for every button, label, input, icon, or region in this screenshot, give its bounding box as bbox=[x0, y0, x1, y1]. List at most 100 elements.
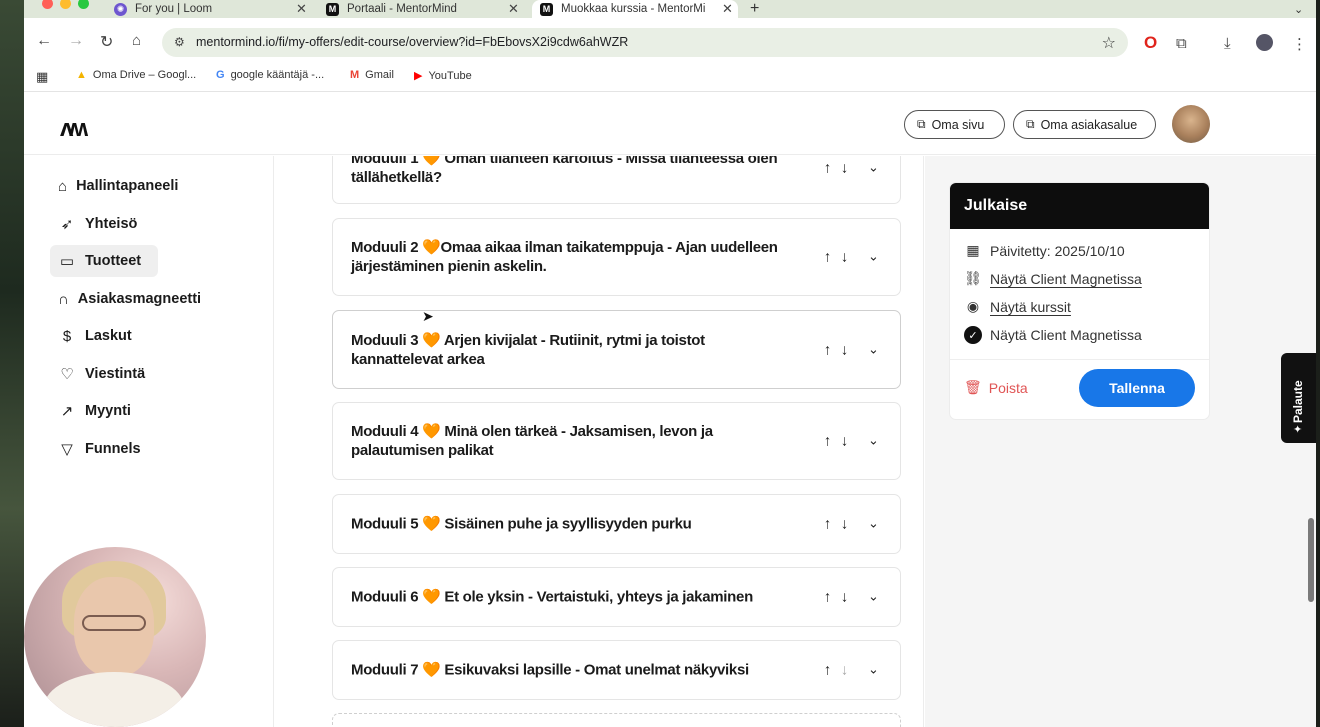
sidebar-item-asiakasmagneetti[interactable]: ∩ Asiakasmagneetti bbox=[50, 283, 201, 315]
mentormind-logo[interactable]: ʌʍ bbox=[60, 115, 88, 143]
move-up-icon[interactable]: ↑ bbox=[821, 589, 834, 606]
move-up-icon[interactable]: ↑ bbox=[821, 516, 834, 533]
home-icon[interactable]: ⌂ bbox=[132, 32, 141, 49]
bookmark-google-translate[interactable]: Ggoogle kääntäjä -... bbox=[216, 69, 324, 81]
desktop-edge bbox=[1316, 0, 1320, 727]
client-area-button[interactable]: ⧉ Oma asiakasalue bbox=[1013, 110, 1156, 139]
gmail-icon: M bbox=[350, 69, 360, 81]
user-avatar[interactable] bbox=[1172, 105, 1210, 143]
link-icon: ⛓ bbox=[964, 270, 982, 286]
apps-grid-icon[interactable]: ▦ bbox=[36, 69, 48, 85]
move-down-icon[interactable]: ↓ bbox=[838, 160, 851, 177]
sidebar-item-funnels[interactable]: ▽ Funnels bbox=[50, 433, 158, 465]
bookmark-label: google kääntäjä -... bbox=[230, 69, 325, 81]
bookmark-oma-drive[interactable]: ▲ Oma Drive – Googl... bbox=[76, 69, 196, 81]
minimize-window-button[interactable] bbox=[60, 0, 71, 9]
module-card-4[interactable]: Moduuli 4 🧡 Minä olen tärkeä - Jaksamise… bbox=[332, 402, 901, 480]
move-down-icon[interactable]: ↓ bbox=[838, 249, 851, 266]
module-card-5[interactable]: Moduuli 5 🧡 Sisäinen puhe ja syyllisyyde… bbox=[332, 494, 901, 554]
client-magnet-link-row[interactable]: ⛓ Näytä Client Magnetissa bbox=[964, 270, 1142, 287]
close-window-button[interactable] bbox=[42, 0, 53, 9]
move-up-icon[interactable]: ↑ bbox=[821, 249, 834, 266]
tab-portaali[interactable]: M Portaali - MentorMind ✕ bbox=[326, 0, 526, 18]
feedback-tab[interactable]: Palaute ✦ bbox=[1281, 353, 1316, 443]
tab-muokkaa-kurssia[interactable]: M Muokkaa kurssia - MentorMi ✕ bbox=[532, 0, 738, 18]
loom-icon: ✺ bbox=[114, 2, 127, 16]
forward-arrow-icon[interactable]: → bbox=[68, 32, 84, 50]
chevron-down-icon[interactable]: ⌄ bbox=[867, 160, 880, 177]
chevron-down-icon[interactable]: ⌄ bbox=[867, 516, 880, 533]
bookmark-label: Oma Drive – Googl... bbox=[92, 69, 197, 81]
move-down-icon[interactable]: ↓ bbox=[838, 341, 851, 358]
sidebar-item-myynti[interactable]: ↗ Myynti bbox=[50, 395, 158, 427]
close-tab-icon[interactable]: ✕ bbox=[508, 1, 519, 17]
move-down-icon[interactable]: ↓ bbox=[838, 662, 851, 679]
sidebar-item-label: Hallintapaneeli bbox=[76, 178, 179, 194]
sidebar-item-laskut[interactable]: $ Laskut bbox=[50, 320, 158, 352]
sparkle-icon: ✦ bbox=[1293, 424, 1303, 436]
chevron-down-icon[interactable]: ⌄ bbox=[867, 249, 880, 266]
tab-search-chevron-icon[interactable]: ⌄ bbox=[1294, 0, 1303, 18]
bookmark-youtube[interactable]: ▶ YouTube bbox=[414, 69, 472, 83]
browser-window: ✺ For you | Loom ✕ M Portaali - MentorMi… bbox=[24, 0, 1316, 727]
sidebar-item-yhteiso[interactable]: ➶ Yhteisö bbox=[50, 208, 158, 240]
extensions-icon[interactable]: ⧉ bbox=[1176, 35, 1187, 52]
loom-camera-bubble[interactable] bbox=[24, 547, 206, 727]
sidebar-item-label: Funnels bbox=[85, 441, 141, 457]
move-down-icon[interactable]: ↓ bbox=[838, 433, 851, 450]
opera-icon[interactable]: O bbox=[1144, 33, 1157, 53]
chevron-down-icon[interactable]: ⌄ bbox=[867, 662, 880, 679]
updated-text: Päivitetty: 2025/10/10 bbox=[990, 242, 1125, 259]
view-courses-link[interactable]: Näytä kurssit bbox=[990, 299, 1071, 315]
move-down-icon[interactable]: ↓ bbox=[838, 589, 851, 606]
menu-icon[interactable]: ⋮ bbox=[1292, 35, 1307, 53]
own-page-label: Oma sivu bbox=[931, 117, 985, 132]
move-up-icon[interactable]: ↑ bbox=[821, 433, 834, 450]
delete-button[interactable]: 🗑 Poista bbox=[964, 379, 1028, 396]
checkbox-checked-icon[interactable]: ✓ bbox=[964, 326, 982, 344]
home-icon: ⌂ bbox=[58, 177, 68, 195]
chevron-down-icon[interactable]: ⌄ bbox=[867, 341, 880, 358]
sidebar-item-tuotteet[interactable]: ▭ Tuotteet bbox=[50, 245, 158, 277]
client-magnet-link[interactable]: Näytä Client Magnetissa bbox=[990, 271, 1142, 287]
profile-icon[interactable] bbox=[1256, 34, 1273, 51]
zoom-window-button[interactable] bbox=[78, 0, 89, 9]
url-text[interactable]: mentormind.io/fi/my-offers/edit-course/o… bbox=[196, 35, 628, 49]
address-bar[interactable]: ⚙ mentormind.io/fi/my-offers/edit-course… bbox=[162, 28, 1128, 57]
tab-label: For you | Loom bbox=[135, 3, 213, 15]
sidebar-item-hallintapaneeli[interactable]: ⌂ Hallintapaneeli bbox=[50, 170, 178, 202]
download-icon[interactable]: ⤓ bbox=[1224, 35, 1231, 52]
module-card-6[interactable]: Moduuli 6 🧡 Et ole yksin - Vertaistuki, … bbox=[332, 567, 901, 627]
close-tab-icon[interactable]: ✕ bbox=[296, 1, 307, 17]
new-tab-button[interactable]: + bbox=[750, 0, 759, 18]
save-button[interactable]: Tallenna bbox=[1079, 369, 1195, 407]
module-card-3[interactable]: Moduuli 3 🧡 Arjen kivijalat - Rutiinit, … bbox=[332, 310, 901, 389]
module-card-2[interactable]: Moduuli 2 🧡Omaa aikaa ilman taikatemppuj… bbox=[332, 218, 901, 296]
external-link-icon: ⧉ bbox=[1026, 117, 1035, 131]
move-up-icon[interactable]: ↑ bbox=[821, 341, 834, 358]
reload-icon[interactable]: ↻ bbox=[100, 32, 113, 52]
back-arrow-icon[interactable]: ← bbox=[36, 32, 52, 50]
client-magnet-checkbox-row[interactable]: ✓ Näytä Client Magnetissa bbox=[964, 326, 1142, 344]
chevron-down-icon[interactable]: ⌄ bbox=[867, 589, 880, 606]
divider bbox=[950, 359, 1209, 360]
module-card-1[interactable]: Moduuli 1 🧡 Oman tilanteen kartoitus - M… bbox=[332, 156, 901, 204]
bookmark-gmail[interactable]: M Gmail bbox=[350, 69, 394, 81]
tab-loom[interactable]: ✺ For you | Loom ✕ bbox=[114, 0, 314, 18]
add-module-dropzone[interactable] bbox=[332, 713, 901, 727]
sidebar-item-viestinta[interactable]: ♡ Viestintä bbox=[50, 358, 158, 390]
own-page-button[interactable]: ⧉ Oma sivu bbox=[904, 110, 1005, 139]
page-scrollbar[interactable] bbox=[1308, 518, 1314, 602]
chevron-down-icon[interactable]: ⌄ bbox=[867, 433, 880, 450]
module-card-7[interactable]: Moduuli 7 🧡 Esikuvaksi lapsille - Omat u… bbox=[332, 640, 901, 700]
bookmark-star-icon[interactable]: ☆ bbox=[1102, 33, 1116, 53]
move-up-icon[interactable]: ↑ bbox=[821, 662, 834, 679]
move-up-icon[interactable]: ↑ bbox=[821, 160, 834, 177]
close-tab-icon[interactable]: ✕ bbox=[722, 1, 733, 17]
dollar-icon: $ bbox=[62, 327, 72, 345]
move-down-icon[interactable]: ↓ bbox=[838, 516, 851, 533]
rocket-icon: ➶ bbox=[60, 216, 74, 233]
course-modules-list: Moduuli 1 🧡 Oman tilanteen kartoitus - M… bbox=[308, 156, 924, 727]
view-courses-link-row[interactable]: ◉ Näytä kurssit bbox=[964, 298, 1071, 315]
site-settings-icon[interactable]: ⚙ bbox=[174, 35, 185, 49]
